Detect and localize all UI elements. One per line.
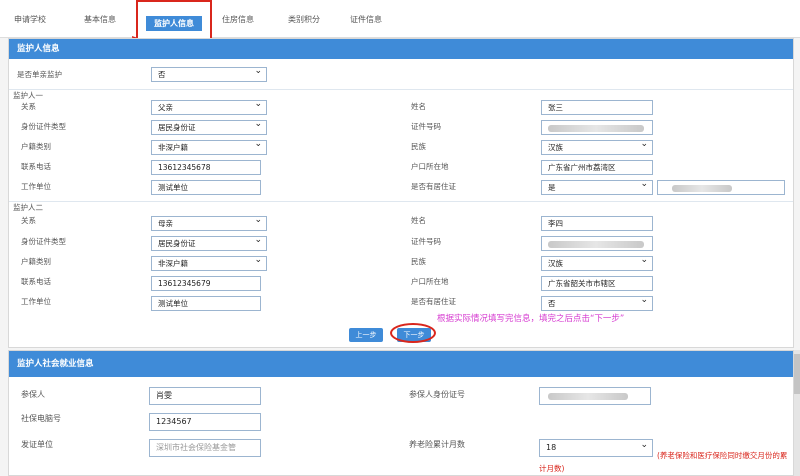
g1-name-input[interactable]: 张三 <box>541 100 653 115</box>
g1-ethnic-select[interactable]: 汉族 <box>541 138 653 155</box>
g2-hukou-label: 户籍类别 <box>21 257 51 266</box>
g1-id-type-label: 身份证件类型 <box>21 122 66 131</box>
g2-ethnic-select[interactable]: 汉族 <box>541 254 653 271</box>
scrollbar[interactable] <box>794 350 800 476</box>
g1-hukou-place-label: 户口所在地 <box>411 162 449 171</box>
panel-title: 监护人社会就业信息 <box>9 351 793 377</box>
tab-basic-info[interactable]: 基本信息 <box>84 14 116 25</box>
g1-id-no-input[interactable] <box>541 120 653 135</box>
g2-residence-select[interactable]: 否 <box>541 294 653 311</box>
insured-id-label: 参保人身份证号 <box>409 390 465 399</box>
instruction-hint: 根据实际情况填写完信息，填完之后点击“下一步” <box>437 314 625 324</box>
months-label: 养老险累计月数 <box>409 440 465 449</box>
g2-id-no-label: 证件号码 <box>411 237 441 246</box>
issuer-label: 发证单位 <box>21 440 53 449</box>
g1-residence-no-input[interactable] <box>657 180 785 195</box>
issuer-input[interactable]: 深圳市社会保险基金管 <box>149 439 261 457</box>
g2-name-input[interactable]: 李四 <box>541 216 653 231</box>
g1-residence-select[interactable]: 是 <box>541 178 653 195</box>
divider <box>9 89 793 90</box>
tab-guardian-label: 监护人信息 <box>146 16 202 31</box>
g1-work-input[interactable]: 测试单位 <box>151 180 261 195</box>
g1-ethnic-label: 民族 <box>411 142 426 151</box>
g1-phone-input[interactable]: 13612345678 <box>151 160 261 175</box>
g2-work-label: 工作单位 <box>21 297 51 306</box>
g1-phone-label: 联系电话 <box>21 162 51 171</box>
g1-id-no-label: 证件号码 <box>411 122 441 131</box>
guardian1-title: 监护人一 <box>13 91 43 100</box>
guardian-panel: 监护人信息 是否单亲监护 否 监护人一 关系 父亲 身份证件类型 居民身份证 户… <box>8 38 794 348</box>
ss-no-input[interactable]: 1234567 <box>149 413 261 431</box>
g1-name-label: 姓名 <box>411 102 426 111</box>
redacted-blur <box>548 393 628 400</box>
months-note: (养老保险和医疗保险同时缴交月份的累计月数) <box>539 451 788 473</box>
panel-title: 监护人信息 <box>9 39 793 59</box>
g2-name-label: 姓名 <box>411 216 426 225</box>
g2-relation-label: 关系 <box>21 216 36 225</box>
ss-no-label: 社保电脑号 <box>21 414 61 423</box>
g2-id-no-input[interactable] <box>541 236 653 251</box>
divider <box>9 201 793 202</box>
guardian2-title: 监护人二 <box>13 203 43 212</box>
insured-input[interactable]: 肖雯 <box>149 387 261 405</box>
next-highlight-circle <box>390 323 436 343</box>
g2-ethnic-label: 民族 <box>411 257 426 266</box>
tab-guardian-info[interactable]: 监护人信息 <box>136 0 212 40</box>
redacted-blur <box>548 125 644 132</box>
g1-relation-label: 关系 <box>21 102 36 111</box>
scrollbar-thumb[interactable] <box>794 354 800 394</box>
tab-housing[interactable]: 住房信息 <box>222 14 254 25</box>
g1-id-type-select[interactable]: 居民身份证 <box>151 118 267 135</box>
tab-school[interactable]: 申请学校 <box>14 14 46 25</box>
insured-id-input[interactable] <box>539 387 651 405</box>
g2-hukou-select[interactable]: 非深户籍 <box>151 254 267 271</box>
g1-relation-select[interactable]: 父亲 <box>151 98 267 115</box>
single-parent-select[interactable]: 否 <box>151 65 267 82</box>
tab-category-points[interactable]: 类别积分 <box>288 14 320 25</box>
g2-residence-label: 是否有居住证 <box>411 297 456 306</box>
g1-residence-label: 是否有居住证 <box>411 182 456 191</box>
insured-label: 参保人 <box>21 390 45 399</box>
prev-button[interactable]: 上一步 <box>349 328 383 342</box>
g2-hukou-place-label: 户口所在地 <box>411 277 449 286</box>
g2-relation-select[interactable]: 母亲 <box>151 214 267 231</box>
g2-id-type-label: 身份证件类型 <box>21 237 66 246</box>
tab-documents[interactable]: 证件信息 <box>350 14 382 25</box>
g2-phone-label: 联系电话 <box>21 277 51 286</box>
g2-hukou-place-input[interactable]: 广东省韶关市市辖区 <box>541 276 653 291</box>
g1-hukou-label: 户籍类别 <box>21 142 51 151</box>
redacted-blur <box>672 185 732 192</box>
employment-panel: 监护人社会就业信息 参保人 肖雯 参保人身份证号 社保电脑号 1234567 发… <box>8 350 794 476</box>
g1-hukou-place-input[interactable]: 广东省广州市荔湾区 <box>541 160 653 175</box>
single-parent-label: 是否单亲监护 <box>17 70 62 79</box>
g1-work-label: 工作单位 <box>21 182 51 191</box>
g2-id-type-select[interactable]: 居民身份证 <box>151 234 267 251</box>
g2-work-input[interactable]: 测试单位 <box>151 296 261 311</box>
redacted-blur <box>548 241 644 248</box>
g2-phone-input[interactable]: 13612345679 <box>151 276 261 291</box>
tab-bar: 申请学校 基本信息 监护人信息 住房信息 类别积分 证件信息 <box>0 0 800 40</box>
g1-hukou-select[interactable]: 非深户籍 <box>151 138 267 155</box>
